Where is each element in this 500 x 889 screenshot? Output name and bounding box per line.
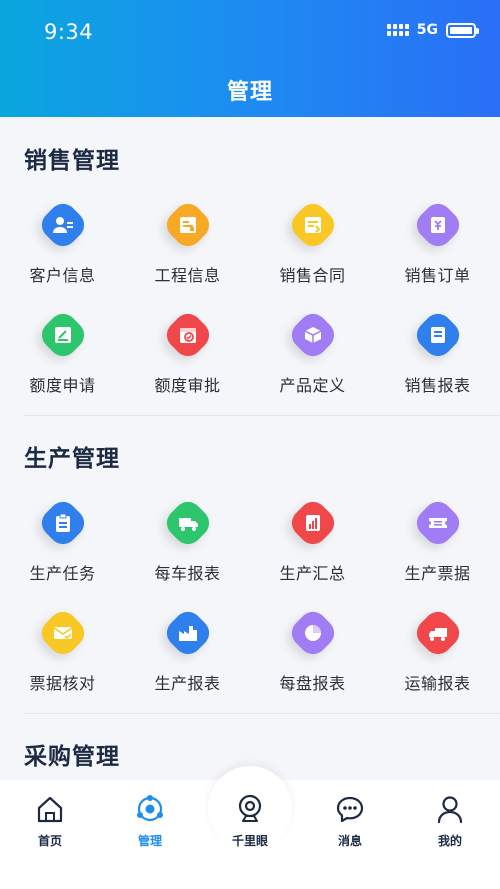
quota-apply-icon (40, 312, 86, 358)
nav-label: 千里眼 (231, 834, 268, 848)
page-title: 管理 (226, 80, 273, 105)
manage-icon (137, 795, 163, 822)
task-clipboard-icon (40, 500, 86, 546)
menu-item-quota-apply[interactable]: 额度申请 (0, 308, 125, 396)
battery-icon (446, 22, 479, 38)
menu-item-label: 销售合同 (279, 266, 346, 285)
home-icon (37, 796, 63, 823)
nav-label: 我的 (437, 834, 462, 848)
app-header: 9:34 5G 管理 (0, 0, 500, 117)
sales-report-icon (415, 312, 461, 358)
nav-tab-remote-view[interactable]: 千里眼 (220, 794, 280, 849)
menu-item-label: 销售报表 (404, 376, 471, 395)
nav-tab-manage[interactable]: 管理 (120, 794, 180, 849)
nav-label: 消息 (337, 834, 362, 848)
nav-tab-profile[interactable]: 我的 (420, 794, 480, 849)
ticket-icon (415, 500, 461, 546)
menu-item-label: 生产汇总 (279, 564, 346, 583)
menu-item-label: 生产任务 (29, 564, 96, 583)
quota-approve-icon (165, 312, 211, 358)
menu-item-label: 销售订单 (404, 266, 471, 285)
menu-item-ticket-check[interactable]: 票据核对 (0, 606, 125, 694)
menu-item-production-summary[interactable]: 生产汇总 (250, 496, 375, 584)
menu-item-product-definition[interactable]: 产品定义 (250, 308, 375, 396)
menu-item-per-truck-report[interactable]: 每车报表 (125, 496, 250, 584)
contract-icon (290, 202, 336, 248)
bottom-navigation: 首页 管理 千里眼 消息 我的 (0, 766, 500, 889)
nav-tab-home[interactable]: 首页 (20, 794, 80, 849)
order-icon (415, 202, 461, 248)
menu-item-label: 运输报表 (404, 674, 471, 693)
menu-item-production-report[interactable]: 生产报表 (125, 606, 250, 694)
status-indicators: 5G (386, 22, 479, 38)
transport-truck-icon (415, 610, 461, 656)
management-content[interactable]: 销售管理 客户信息 工程信息 销售合同 销售订单 额度申请 额度审批 产品定义 … (0, 117, 500, 780)
menu-item-sales-order[interactable]: 销售订单 (375, 198, 500, 286)
menu-item-label: 客户信息 (29, 266, 96, 285)
menu-item-transport-report[interactable]: 运输报表 (375, 606, 500, 694)
menu-item-label: 票据核对 (29, 674, 96, 693)
menu-item-label: 每盘报表 (279, 674, 346, 693)
menu-item-label: 生产票据 (404, 564, 471, 583)
menu-item-production-task[interactable]: 生产任务 (0, 496, 125, 584)
section-divider (24, 713, 500, 714)
pie-chart-icon (290, 610, 336, 656)
menu-item-label: 额度申请 (29, 376, 96, 395)
truck-icon (165, 500, 211, 546)
menu-item-label: 工程信息 (154, 266, 221, 285)
menu-item-project-info[interactable]: 工程信息 (125, 198, 250, 286)
nav-label: 管理 (137, 834, 162, 848)
section-title-procurement: 采购管理 (24, 744, 120, 770)
menu-item-label: 额度审批 (154, 376, 221, 395)
menu-item-quota-approve[interactable]: 额度审批 (125, 308, 250, 396)
summary-chart-icon (290, 500, 336, 546)
section-divider (24, 415, 500, 416)
menu-item-label: 产品定义 (279, 376, 346, 395)
message-icon (336, 796, 364, 823)
project-icon (165, 202, 211, 248)
menu-item-label: 生产报表 (154, 674, 221, 693)
section-title-sales: 销售管理 (24, 148, 120, 174)
network-type: 5G (416, 22, 438, 38)
menu-item-sales-report[interactable]: 销售报表 (375, 308, 500, 396)
menu-item-sales-contract[interactable]: 销售合同 (250, 198, 375, 286)
menu-item-customer-info[interactable]: 客户信息 (0, 198, 125, 286)
mail-check-icon (40, 610, 86, 656)
profile-icon (437, 796, 463, 824)
nav-label: 首页 (37, 834, 62, 848)
camera-icon (238, 794, 262, 822)
status-time: 9:34 (44, 20, 94, 44)
nav-tab-messages[interactable]: 消息 (320, 794, 380, 849)
factory-icon (165, 610, 211, 656)
customer-icon (40, 202, 86, 248)
signal-icon (386, 24, 409, 36)
menu-item-label: 每车报表 (154, 564, 221, 583)
product-box-icon (290, 312, 336, 358)
section-title-production: 生产管理 (24, 446, 120, 472)
menu-item-per-batch-report[interactable]: 每盘报表 (250, 606, 375, 694)
menu-item-production-ticket[interactable]: 生产票据 (375, 496, 500, 584)
